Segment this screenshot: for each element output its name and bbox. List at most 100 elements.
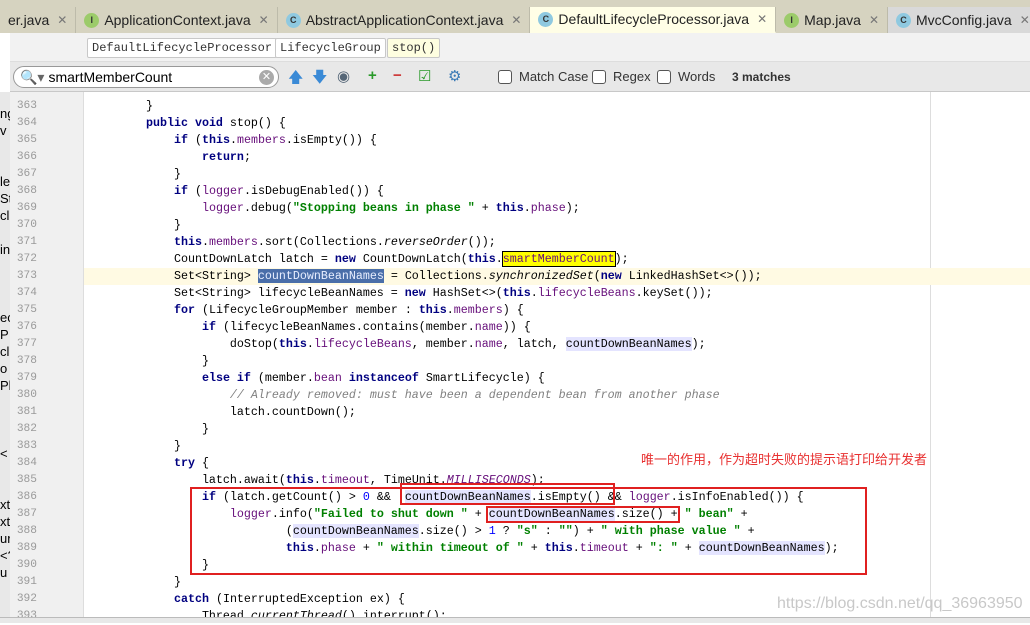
tab-mvcconfig-java[interactable]: C MvcConfig.java ✕ (888, 7, 1030, 33)
tab-er-java[interactable]: er.java ✕ (0, 7, 77, 33)
close-tab-icon[interactable]: ✕ (757, 12, 767, 26)
code-line[interactable]: } (84, 98, 1030, 115)
tree-node-fragment[interactable]: <? (0, 548, 10, 563)
code-token: this (418, 303, 447, 317)
code-token: = Collections. (383, 269, 489, 283)
tree-node-fragment[interactable]: ec (0, 310, 10, 325)
code-token: lifecycleBeans (537, 286, 636, 300)
code-token: doStop( (118, 337, 279, 351)
code-line[interactable]: Set<String> lifecycleBeanNames = new Has… (84, 285, 1030, 302)
code-token: phase (530, 201, 566, 215)
tree-node-fragment[interactable]: cl (0, 208, 9, 223)
code-line[interactable]: latch.countDown(); (84, 404, 1030, 421)
tab-applicationcontext-java[interactable]: I ApplicationContext.java ✕ (76, 7, 278, 33)
tree-node-fragment[interactable]: cl (0, 344, 9, 359)
code-token: } (118, 354, 209, 368)
tab-label: AbstractApplicationContext.java (305, 12, 504, 28)
tab-abstractapplicationcontext-java[interactable]: C AbstractApplicationContext.java ✕ (277, 7, 531, 33)
line-number: 369 (16, 202, 37, 214)
find-all-icon[interactable]: ◉ (337, 67, 350, 85)
code-token: smartMemberCount (501, 251, 616, 267)
close-tab-icon[interactable]: ✕ (259, 13, 269, 27)
words-checkbox[interactable]: Words (657, 69, 715, 84)
code-token: members (453, 303, 503, 317)
breadcrumb-method[interactable]: stop() (387, 38, 441, 58)
code-token: catch (173, 592, 209, 606)
code-line[interactable]: } (84, 217, 1030, 234)
tree-node-fragment[interactable]: o (0, 361, 7, 376)
line-number: 392 (16, 593, 37, 605)
tab-defaultlifecycleprocessor-java[interactable]: C DefaultLifecycleProcessor.java ✕ (530, 7, 777, 33)
search-icon[interactable]: 🔍▾ (20, 69, 44, 86)
code-token: HashSet<>( (425, 286, 503, 300)
add-occurrence-icon[interactable]: + (368, 67, 377, 84)
close-tab-icon[interactable]: ✕ (511, 13, 521, 27)
line-number: 366 (16, 151, 37, 163)
tab-map-java[interactable]: I Map.java ✕ (776, 7, 889, 33)
tab-label: er.java (8, 12, 50, 28)
code-line[interactable]: for (LifecycleGroupMember member : this.… (84, 302, 1030, 319)
watermark: https://blog.csdn.net/qq_36963950 (777, 595, 1023, 612)
close-tab-icon[interactable]: ✕ (869, 13, 879, 27)
code-token: } (118, 167, 181, 181)
breadcrumb-class[interactable]: DefaultLifecycleProcessor (87, 38, 278, 58)
code-line[interactable]: else if (member.bean instanceof SmartLif… (84, 370, 1030, 387)
code-line[interactable]: if (lifecycleBeanNames.contains(member.n… (84, 319, 1030, 336)
close-tab-icon[interactable]: ✕ (1020, 13, 1030, 27)
tree-node-fragment[interactable]: le (0, 174, 10, 189)
tab-label: Map.java (804, 12, 861, 28)
previous-occurrence-icon[interactable]: 🡅 (288, 67, 303, 92)
code-line[interactable]: } (84, 353, 1030, 370)
tree-node-fragment[interactable]: u (0, 565, 7, 580)
tree-node-fragment[interactable]: xt (0, 497, 10, 512)
tree-node-fragment[interactable]: xt (0, 514, 10, 529)
code-line[interactable]: } (84, 574, 1030, 591)
interface-file-icon: I (84, 12, 100, 28)
horizontal-scrollbar[interactable] (0, 617, 1030, 623)
code-token: ()); (467, 235, 496, 249)
code-line[interactable]: } (84, 421, 1030, 438)
search-field: 🔍▾ ✕ (13, 66, 279, 88)
regex-checkbox[interactable]: Regex (592, 69, 651, 84)
clear-search-icon[interactable]: ✕ (259, 70, 274, 85)
tree-node-fragment[interactable]: v (0, 123, 7, 138)
code-token: logger (201, 184, 244, 198)
search-input[interactable] (48, 69, 259, 85)
code-line[interactable]: doStop(this.lifecycleBeans, member.name,… (84, 336, 1030, 353)
code-line[interactable]: if (logger.isDebugEnabled()) { (84, 183, 1030, 200)
next-occurrence-icon[interactable]: 🡇 (312, 67, 327, 92)
code-token: . (495, 252, 503, 266)
match-case-checkbox[interactable]: Match Case (498, 69, 588, 84)
class-file-icon: C (538, 11, 554, 27)
code-line[interactable]: public void stop() { (84, 115, 1030, 132)
breadcrumb-inner-class[interactable]: LifecycleGroup (275, 38, 386, 58)
code-line[interactable]: CountDownLatch latch = new CountDownLatc… (84, 251, 1030, 268)
code-token: if (173, 133, 188, 147)
code-line[interactable]: logger.debug("Stopping beans in phase " … (84, 200, 1030, 217)
tree-node-fragment[interactable]: St (0, 191, 10, 206)
code-line[interactable]: // Already removed: must have been a dep… (84, 387, 1030, 404)
code-token: } (118, 422, 209, 436)
remove-occurrence-icon[interactable]: − (393, 67, 402, 84)
code-line[interactable]: } (84, 166, 1030, 183)
tree-node-fragment[interactable]: int (0, 242, 10, 257)
code-line[interactable]: Set<String> countDownBeanNames = Collect… (84, 268, 1030, 285)
select-all-occurrences-icon[interactable]: ☑ (418, 67, 431, 85)
code-token: .sort(Collections. (257, 235, 384, 249)
code-token: Set<String> lifecycleBeanNames = (118, 286, 405, 300)
code-line[interactable]: this.members.sort(Collections.reverseOrd… (84, 234, 1030, 251)
code-line[interactable]: if (this.members.isEmpty()) { (84, 132, 1030, 149)
tree-node-fragment[interactable]: ur (0, 531, 10, 546)
tree-node-fragment[interactable]: < (0, 446, 8, 461)
code-token: members (236, 133, 286, 147)
code-token: } (118, 99, 153, 113)
project-tree[interactable]: ng v le St cl int ec Pcl o Ph < xt xt ur <? u (0, 92, 10, 623)
tree-node-fragment[interactable]: Ph (0, 378, 10, 393)
tree-node-fragment[interactable]: P (0, 327, 9, 342)
settings-gear-icon[interactable]: ⚙ (448, 67, 461, 85)
close-tab-icon[interactable]: ✕ (57, 13, 67, 27)
tree-node-fragment[interactable]: ng (0, 106, 10, 121)
code-line[interactable]: return; (84, 149, 1030, 166)
